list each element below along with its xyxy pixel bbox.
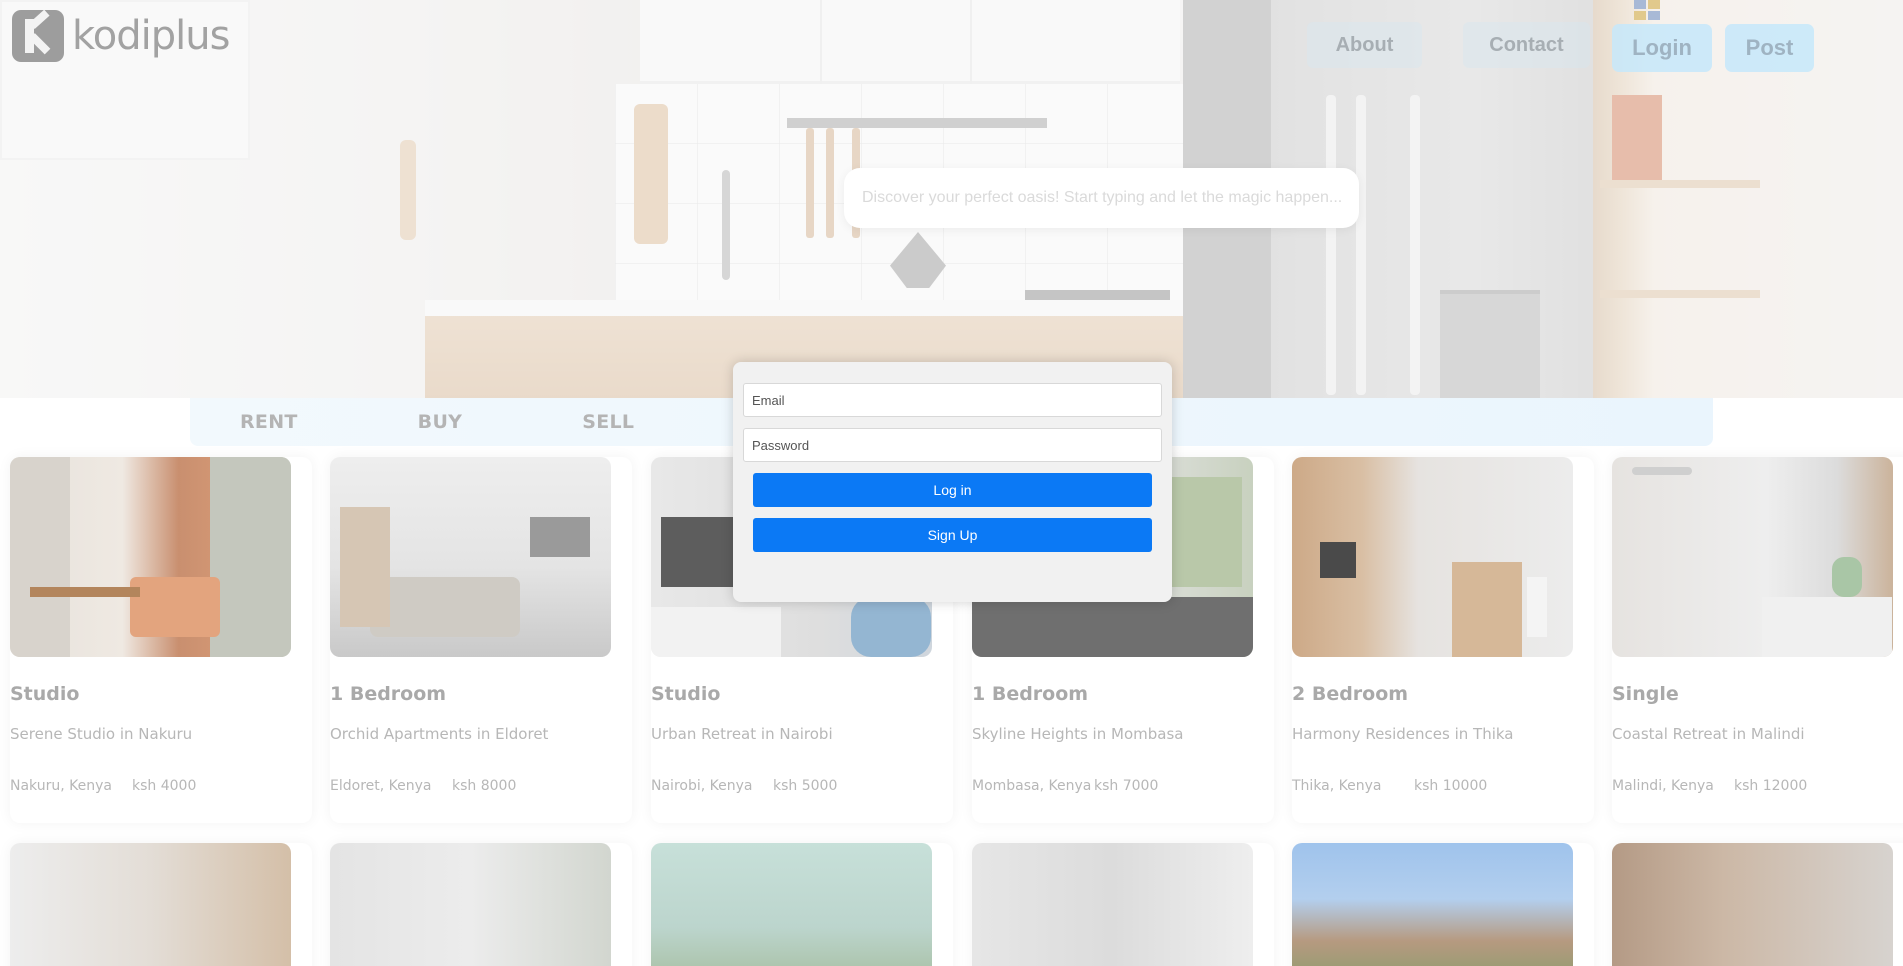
listing-type: Single bbox=[1612, 683, 1679, 705]
search-input[interactable] bbox=[862, 189, 1359, 207]
listing-type: 1 Bedroom bbox=[330, 683, 447, 705]
listing-photo bbox=[1612, 457, 1893, 657]
listing-card[interactable] bbox=[1612, 843, 1903, 966]
logo-k-icon bbox=[12, 10, 64, 62]
tab-buy[interactable]: BUY bbox=[418, 411, 463, 433]
listing-photo bbox=[330, 457, 611, 657]
listing-location: Nairobi, Kenya bbox=[651, 778, 753, 794]
windows-flag-icon bbox=[1634, 0, 1660, 20]
listing-card[interactable] bbox=[10, 843, 312, 966]
nav-contact-link[interactable]: Contact bbox=[1463, 22, 1590, 68]
listing-card[interactable] bbox=[330, 843, 632, 966]
listing-price: ksh 10000 bbox=[1414, 778, 1488, 794]
listing-price: ksh 5000 bbox=[773, 778, 838, 794]
listing-location: Eldoret, Kenya bbox=[330, 778, 432, 794]
listing-price: ksh 7000 bbox=[1094, 778, 1159, 794]
listing-title: Orchid Apartments in Eldoret bbox=[330, 725, 549, 743]
listing-photo bbox=[10, 843, 291, 966]
nav-about-link[interactable]: About bbox=[1307, 22, 1422, 68]
listing-photo bbox=[1292, 843, 1573, 966]
tab-sell[interactable]: SELL bbox=[582, 411, 634, 433]
listing-price: ksh 4000 bbox=[132, 778, 197, 794]
sign-up-button[interactable]: Sign Up bbox=[753, 518, 1152, 552]
listing-card[interactable]: 2 Bedroom Harmony Residences in Thika Th… bbox=[1292, 457, 1594, 823]
listing-title: Coastal Retreat in Malindi bbox=[1612, 725, 1805, 743]
listing-photo bbox=[972, 843, 1253, 966]
password-field[interactable] bbox=[743, 428, 1162, 462]
tab-rent[interactable]: RENT bbox=[240, 411, 298, 433]
listing-type: 1 Bedroom bbox=[972, 683, 1089, 705]
listing-card[interactable] bbox=[1292, 843, 1594, 966]
listing-photo bbox=[1612, 843, 1893, 966]
listing-card[interactable] bbox=[651, 843, 953, 966]
listing-type: Studio bbox=[651, 683, 721, 705]
listing-photo bbox=[10, 457, 291, 657]
listing-title: Urban Retreat in Nairobi bbox=[651, 725, 833, 743]
listing-card[interactable]: Single Coastal Retreat in Malindi Malind… bbox=[1612, 457, 1903, 823]
listing-location: Thika, Kenya bbox=[1292, 778, 1382, 794]
listing-photo bbox=[651, 843, 932, 966]
listing-title: Skyline Heights in Mombasa bbox=[972, 725, 1184, 743]
listing-title: Harmony Residences in Thika bbox=[1292, 725, 1514, 743]
listing-card[interactable] bbox=[972, 843, 1274, 966]
listing-type: Studio bbox=[10, 683, 80, 705]
login-button[interactable]: Login bbox=[1612, 24, 1712, 72]
listing-location: Mombasa, Kenya bbox=[972, 778, 1092, 794]
listing-location: Malindi, Kenya bbox=[1612, 778, 1714, 794]
post-button[interactable]: Post bbox=[1725, 24, 1814, 72]
listing-photo bbox=[330, 843, 611, 966]
listing-title: Serene Studio in Nakuru bbox=[10, 725, 193, 743]
logo-text: kodiplus bbox=[72, 13, 230, 59]
site-logo[interactable]: kodiplus bbox=[12, 10, 230, 62]
listing-card[interactable]: 1 Bedroom Orchid Apartments in Eldoret E… bbox=[330, 457, 632, 823]
listing-price: ksh 8000 bbox=[452, 778, 517, 794]
listing-location: Nakuru, Kenya bbox=[10, 778, 112, 794]
search-bar bbox=[844, 168, 1359, 228]
login-modal: Log in Sign Up bbox=[733, 362, 1172, 602]
log-in-button[interactable]: Log in bbox=[753, 473, 1152, 507]
email-field[interactable] bbox=[743, 383, 1162, 417]
listing-type: 2 Bedroom bbox=[1292, 683, 1409, 705]
listing-photo bbox=[1292, 457, 1573, 657]
listing-price: ksh 12000 bbox=[1734, 778, 1808, 794]
listing-card[interactable]: Studio Serene Studio in Nakuru Nakuru, K… bbox=[10, 457, 312, 823]
